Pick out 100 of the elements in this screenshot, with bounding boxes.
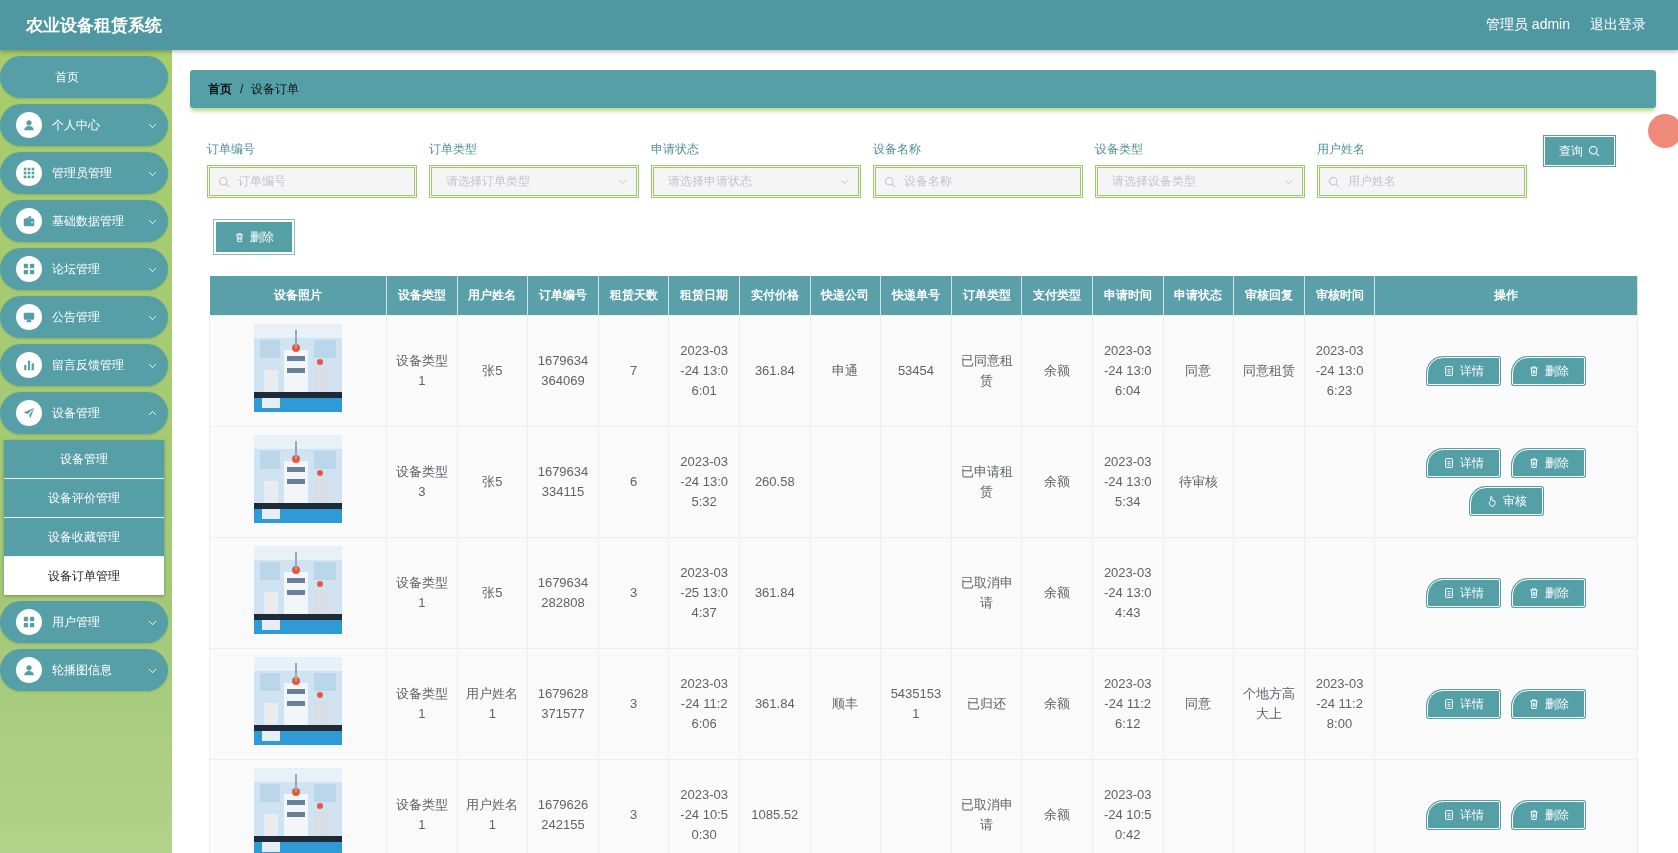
monitor-icon	[22, 310, 36, 324]
column-header: 租赁日期	[668, 276, 740, 316]
delete-button[interactable]: 删除	[1512, 357, 1586, 385]
column-header: 支付类型	[1021, 276, 1093, 316]
details-button[interactable]: 详情	[1427, 449, 1501, 477]
table-cell: 54351531	[880, 648, 952, 760]
search-icon	[1328, 175, 1340, 188]
table-cell: 同意	[1163, 315, 1234, 427]
delete-button[interactable]: 删除	[1512, 801, 1586, 829]
document-icon	[1443, 698, 1456, 710]
cursor-marker	[1648, 114, 1678, 148]
table-cell: 张5	[457, 537, 528, 649]
table-cell: 2023-03-24 13:06:04	[1092, 315, 1164, 427]
table-cell: 同意租赁	[1233, 315, 1305, 427]
submenu-item[interactable]: 设备评价管理	[4, 479, 164, 518]
column-header: 订单类型	[951, 276, 1022, 316]
table-cell: 2023-03-24 11:28:00	[1304, 648, 1375, 760]
search-icon	[884, 175, 896, 188]
table-cell: 1679634282808	[527, 537, 599, 649]
table-cell: 260.58	[739, 426, 811, 538]
trash-icon	[234, 231, 245, 243]
table-cell: 7	[598, 315, 669, 427]
table-cell: 余额	[1021, 759, 1093, 853]
table-cell: 已归还	[951, 648, 1022, 760]
table-cell: 6	[598, 426, 669, 538]
column-header: 用户姓名	[457, 276, 528, 316]
table-cell: 设备类型3	[386, 426, 458, 538]
search-icon	[218, 175, 230, 188]
table-cell: 余额	[1021, 648, 1093, 760]
column-header: 申请时间	[1092, 276, 1164, 316]
search-button[interactable]: 查询	[1544, 136, 1615, 166]
details-button[interactable]: 详情	[1427, 690, 1501, 718]
review-button[interactable]: 审核	[1469, 487, 1543, 515]
menu-item[interactable]: 管理员管理	[0, 152, 168, 194]
table-cell: 待审核	[1163, 426, 1234, 538]
table-cell: 设备类型1	[386, 648, 458, 760]
document-icon	[1443, 365, 1456, 377]
menu-item[interactable]: 个人中心	[0, 104, 168, 146]
table-cell: 2023-03-24 13:04:43	[1092, 537, 1164, 649]
details-button[interactable]: 详情	[1427, 579, 1501, 607]
table-cell: 设备类型1	[386, 315, 458, 427]
squares-icon	[22, 615, 36, 629]
person-icon	[22, 663, 36, 677]
details-button[interactable]: 详情	[1427, 357, 1501, 385]
menu-item[interactable]: 轮播图信息	[0, 649, 168, 691]
menu-item[interactable]: 公告管理	[0, 296, 168, 338]
breadcrumb-item[interactable]: 首页	[208, 80, 232, 98]
column-header: 审核回复	[1233, 276, 1305, 316]
table-cell: 1679626242155	[527, 759, 599, 853]
table-cell: 用户姓名1	[457, 648, 528, 760]
table-cell: 2023-03-24 13:05:34	[1092, 426, 1164, 538]
column-header: 租赁天数	[598, 276, 669, 316]
squares-icon	[22, 262, 36, 276]
trash-icon	[1528, 457, 1541, 469]
table-cell: 张5	[457, 426, 528, 538]
table-cell: 361.84	[739, 537, 811, 649]
table-cell: 已取消申请	[951, 759, 1022, 853]
delete-button[interactable]: 删除	[1512, 690, 1586, 718]
table-cell: 2023-03-24 13:06:23	[1304, 315, 1375, 427]
submenu-item[interactable]: 设备管理	[4, 440, 164, 479]
column-header: 申请状态	[1163, 276, 1234, 316]
column-header: 设备照片	[209, 276, 387, 316]
delete-button[interactable]: 删除	[214, 220, 294, 254]
table-cell: 设备类型1	[386, 537, 458, 649]
grid-icon	[22, 166, 36, 180]
paper-plane-icon	[22, 406, 36, 420]
breadcrumb-item: 设备订单	[251, 80, 300, 98]
table-cell: 余额	[1021, 315, 1093, 427]
document-icon	[1443, 587, 1456, 599]
bar-chart-icon	[22, 358, 36, 372]
menu-item[interactable]: 用户管理	[0, 601, 168, 643]
delete-button[interactable]: 删除	[1512, 449, 1586, 477]
filter-label: 设备类型	[1095, 141, 1144, 157]
menu-item[interactable]: 设备管理	[0, 392, 168, 434]
delete-button[interactable]: 删除	[1512, 579, 1586, 607]
table-cell: 已取消申请	[951, 537, 1022, 649]
column-header: 订单编号	[527, 276, 599, 316]
column-header: 操作	[1374, 276, 1638, 316]
menu-item[interactable]: 论坛管理	[0, 248, 168, 290]
table-cell: 已同意租赁	[951, 315, 1022, 427]
table-cell: 顺丰	[810, 648, 881, 760]
trash-icon	[1528, 365, 1541, 377]
table-cell: 3	[598, 759, 669, 853]
table-cell: 已申请租赁	[951, 426, 1022, 538]
table-cell: 3	[598, 537, 669, 649]
table-cell: 设备类型1	[386, 759, 458, 853]
document-icon	[1443, 457, 1456, 469]
submenu-item[interactable]: 设备订单管理	[4, 557, 164, 595]
menu-item[interactable]: 留言反馈管理	[0, 344, 168, 386]
logout-link[interactable]: 退出登录	[1590, 16, 1646, 34]
column-header: 设备类型	[386, 276, 458, 316]
table-cell: 2023-03-24 11:26:12	[1092, 648, 1164, 760]
trash-icon	[1528, 809, 1541, 821]
menu-item[interactable]: 首页	[0, 56, 168, 98]
filter-label: 设备名称	[873, 141, 922, 157]
details-button[interactable]: 详情	[1427, 801, 1501, 829]
menu-item[interactable]: 基础数据管理	[0, 200, 168, 242]
table-cell: 个地方高大上	[1233, 648, 1305, 760]
person-icon	[22, 118, 36, 132]
trash-icon	[1528, 698, 1541, 710]
